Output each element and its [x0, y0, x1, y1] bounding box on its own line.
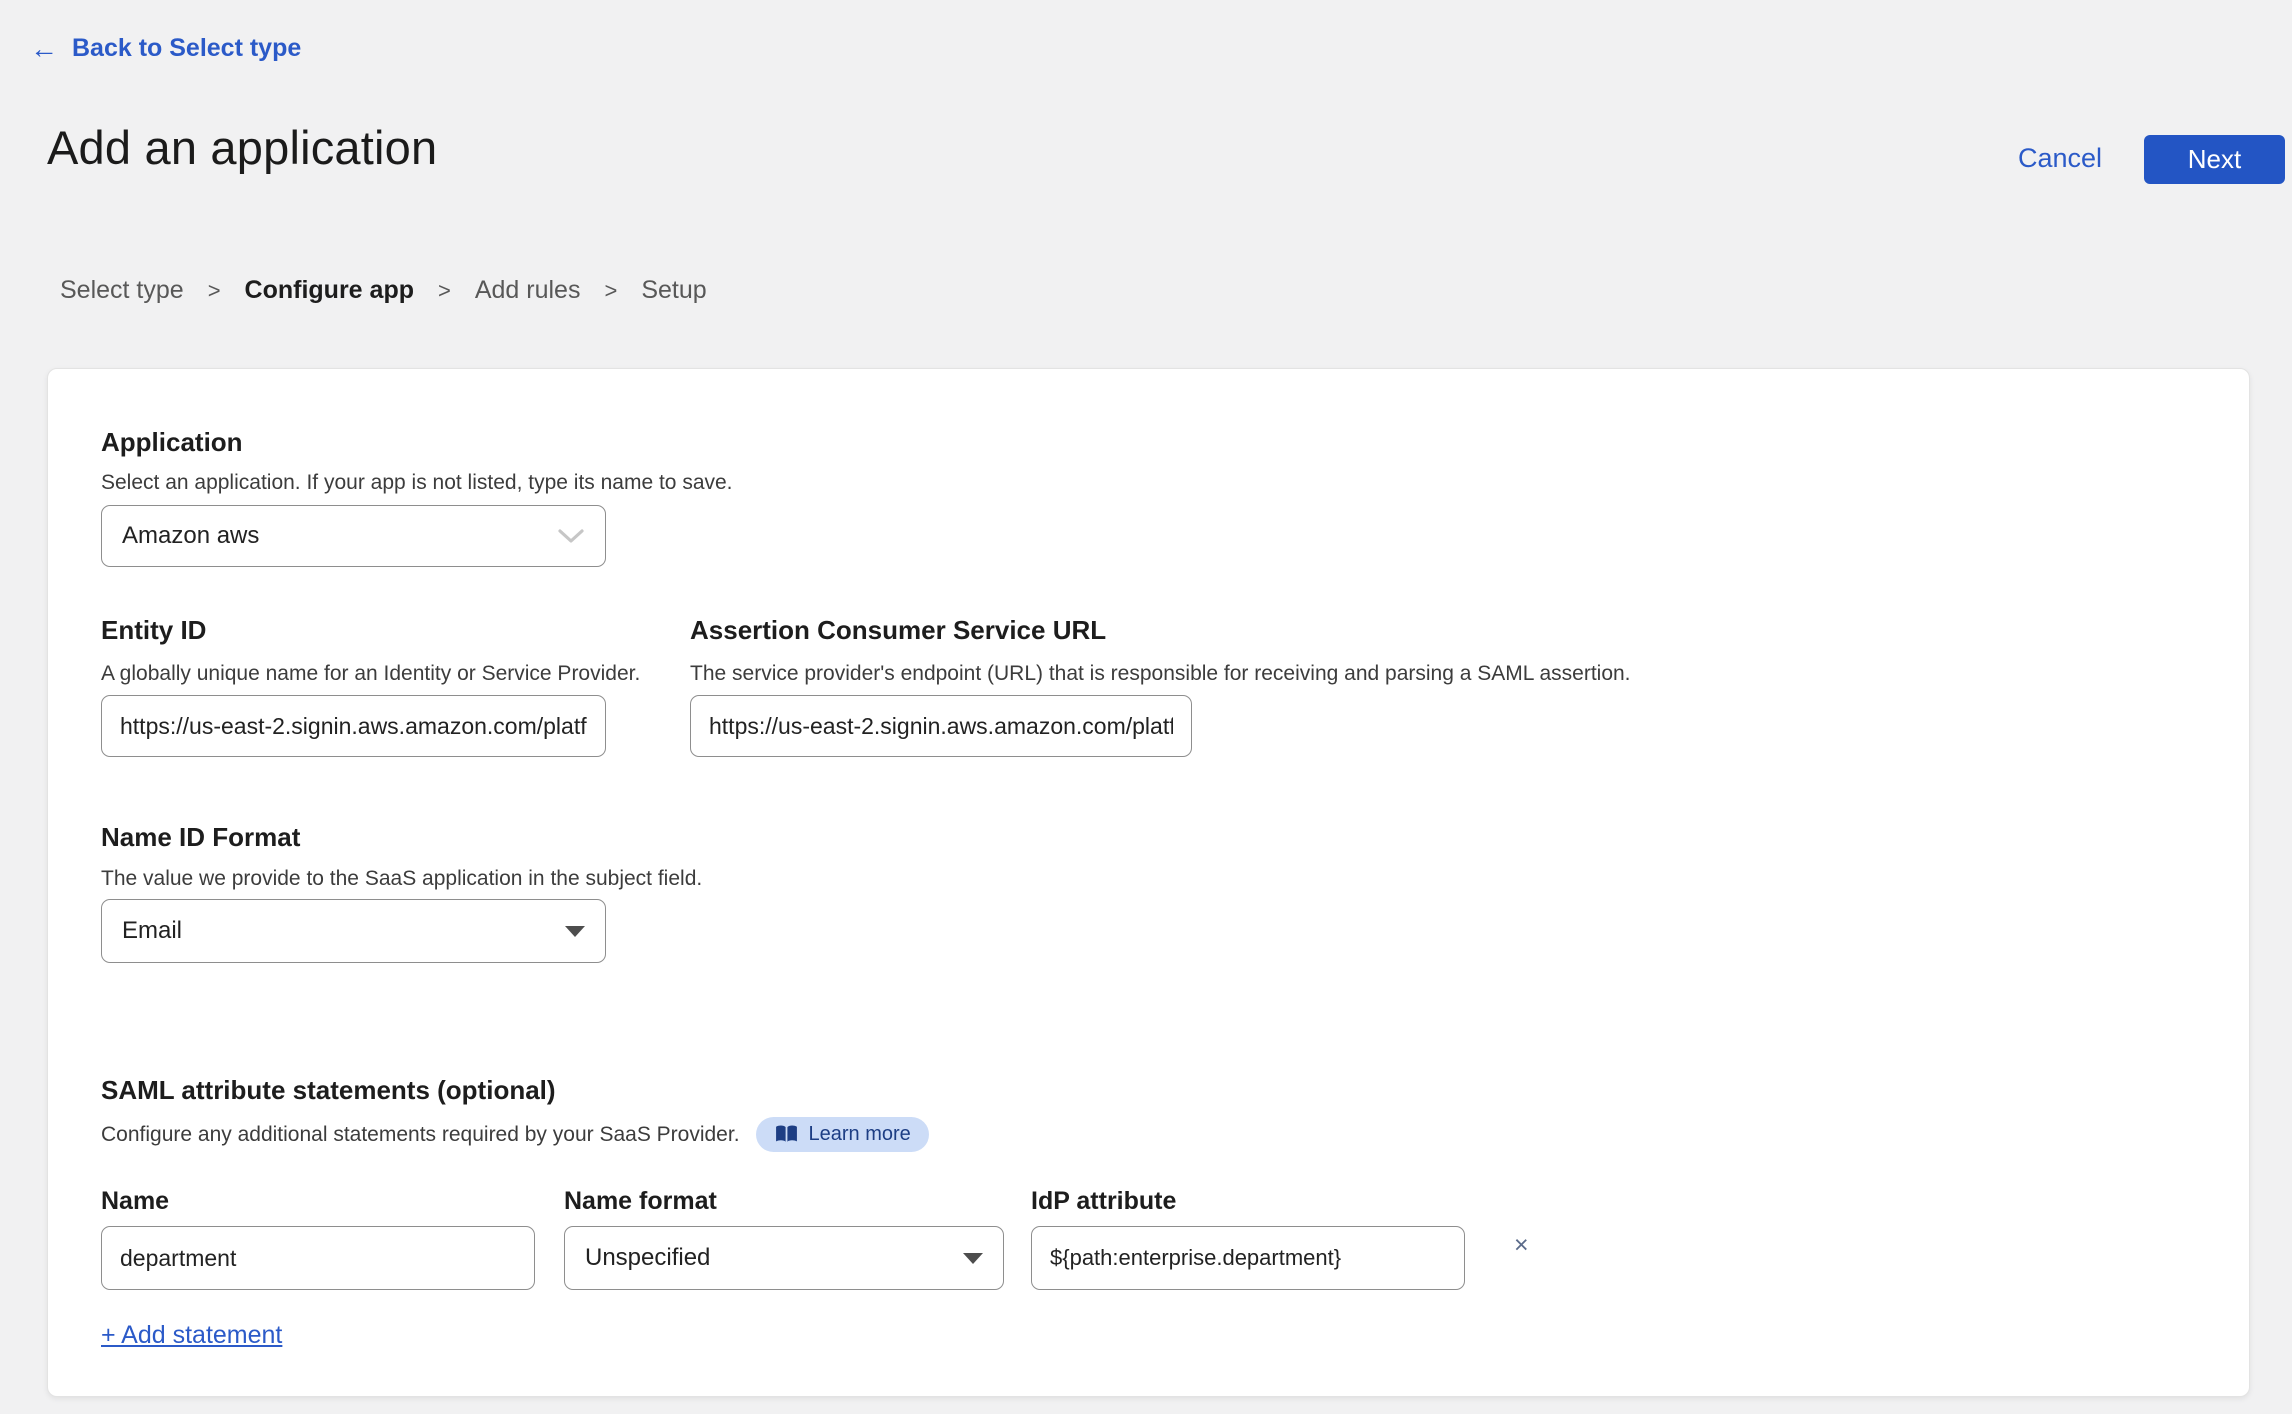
name-id-format-helper: The value we provide to the SaaS applica…	[101, 867, 703, 890]
step-separator: >	[604, 277, 618, 303]
step-setup[interactable]: Setup	[641, 276, 706, 305]
statement-name-label: Name	[101, 1187, 170, 1215]
caret-down-icon	[963, 1252, 983, 1264]
cancel-button[interactable]: Cancel	[2018, 143, 2102, 174]
application-select[interactable]: Amazon aws	[101, 505, 606, 567]
entity-id-helper: A globally unique name for an Identity o…	[101, 662, 641, 685]
step-add-rules[interactable]: Add rules	[475, 276, 581, 305]
page-title: Add an application	[47, 121, 438, 174]
step-select-type[interactable]: Select type	[60, 276, 184, 305]
step-separator: >	[207, 277, 221, 303]
statement-idp-attribute-label: IdP attribute	[1031, 1187, 1177, 1215]
learn-more-badge[interactable]: Learn more	[755, 1117, 929, 1152]
statement-idp-attribute-input[interactable]	[1031, 1226, 1465, 1290]
entity-id-label: Entity ID	[101, 615, 207, 645]
statement-name-input[interactable]	[101, 1226, 535, 1290]
statement-name-format-value: Unspecified	[585, 1244, 711, 1271]
saml-attributes-helper-row: Configure any additional statements requ…	[101, 1117, 929, 1152]
caret-down-icon	[565, 925, 585, 937]
step-configure-app[interactable]: Configure app	[245, 276, 414, 305]
statement-name-format-select[interactable]: Unspecified	[564, 1226, 1004, 1290]
back-arrow-icon: ←	[30, 32, 58, 64]
step-separator: >	[437, 277, 451, 303]
acs-url-input[interactable]	[690, 695, 1192, 757]
application-helper: Select an application. If your app is no…	[101, 471, 733, 494]
back-link-label: Back to Select type	[72, 34, 302, 62]
next-button[interactable]: Next	[2144, 135, 2285, 184]
add-statement-link[interactable]: + Add statement	[101, 1321, 282, 1350]
remove-statement-icon[interactable]: ×	[1514, 1233, 1529, 1258]
entity-id-input[interactable]	[101, 695, 606, 757]
acs-url-helper: The service provider's endpoint (URL) th…	[690, 662, 1631, 685]
acs-url-label: Assertion Consumer Service URL	[690, 615, 1107, 645]
name-id-format-value: Email	[122, 917, 183, 944]
back-to-select-type-link[interactable]: ← Back to Select type	[30, 34, 301, 63]
application-select-value: Amazon aws	[122, 522, 260, 549]
add-application-page: ← Back to Select type Add an application…	[0, 0, 2292, 1414]
name-id-format-label: Name ID Format	[101, 822, 301, 852]
wizard-steps: Select type > Configure app > Add rules …	[60, 276, 707, 305]
statement-name-format-label: Name format	[564, 1187, 717, 1215]
application-label: Application	[101, 427, 243, 457]
learn-more-label: Learn more	[808, 1123, 911, 1145]
configure-app-card: Application Select an application. If yo…	[47, 368, 2250, 1397]
name-id-format-select[interactable]: Email	[101, 899, 606, 963]
saml-attributes-heading: SAML attribute statements (optional)	[101, 1075, 556, 1105]
book-icon	[775, 1125, 797, 1142]
chevron-down-icon	[558, 528, 584, 543]
saml-attributes-helper: Configure any additional statements requ…	[101, 1122, 740, 1146]
